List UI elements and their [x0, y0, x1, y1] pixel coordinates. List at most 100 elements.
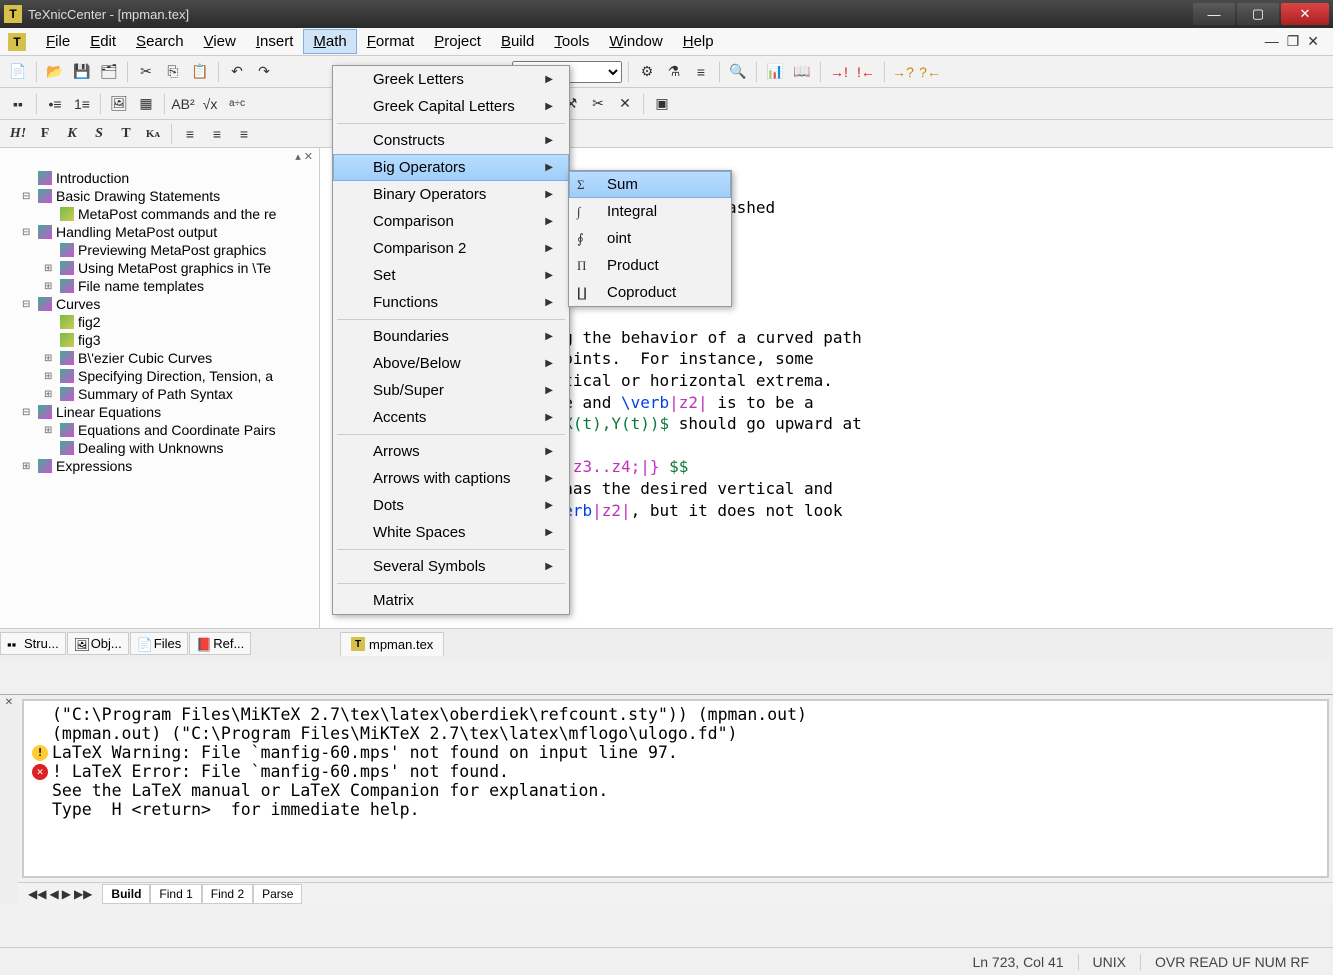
- align-right-button[interactable]: ≡: [232, 122, 256, 146]
- save-all-button[interactable]: 🗂: [97, 60, 121, 84]
- menu-insert[interactable]: Insert: [246, 29, 304, 54]
- sqrt-button[interactable]: √x: [198, 92, 222, 116]
- italic-button[interactable]: K: [60, 122, 84, 146]
- tree-item[interactable]: ⊞Using MetaPost graphics in \Te: [8, 259, 319, 277]
- tool3-button[interactable]: ✂: [586, 92, 610, 116]
- math-menu-greek-letters[interactable]: Greek Letters▶: [333, 66, 569, 93]
- next-err-button[interactable]: →!: [827, 60, 851, 84]
- tree-item[interactable]: ⊟Basic Drawing Statements: [8, 187, 319, 205]
- minimize-button[interactable]: —: [1193, 3, 1235, 25]
- output-tab-find-2[interactable]: Find 2: [202, 884, 253, 904]
- tree-item[interactable]: ⊟Curves: [8, 295, 319, 313]
- next-warn-button[interactable]: →?: [891, 60, 915, 84]
- math-menu-set[interactable]: Set▶: [333, 262, 569, 289]
- tree-item[interactable]: ⊞File name templates: [8, 277, 319, 295]
- math-menu-several-symbols[interactable]: Several Symbols▶: [333, 553, 569, 580]
- table-button[interactable]: ▦: [134, 92, 158, 116]
- tree-item[interactable]: Introduction: [8, 169, 319, 187]
- stack-button[interactable]: ≡: [689, 60, 713, 84]
- sidebar-tab-ref[interactable]: 📕Ref...: [189, 632, 251, 655]
- itemize-button[interactable]: •≡: [43, 92, 67, 116]
- struct-button[interactable]: ▪▪: [6, 92, 30, 116]
- menu-file[interactable]: File: [36, 29, 80, 54]
- math-menu-arrows-with-captions[interactable]: Arrows with captions▶: [333, 465, 569, 492]
- tree-item[interactable]: ⊞B\'ezier Cubic Curves: [8, 349, 319, 367]
- mdi-restore[interactable]: ❐: [1287, 33, 1300, 50]
- new-button[interactable]: 📄: [6, 60, 30, 84]
- open-button[interactable]: 📂: [43, 60, 67, 84]
- mdi-close[interactable]: ✕: [1307, 33, 1319, 50]
- view-output-button[interactable]: 📊: [763, 60, 787, 84]
- math-menu-comparison-2[interactable]: Comparison 2▶: [333, 235, 569, 262]
- close-button[interactable]: ✕: [1281, 3, 1329, 25]
- sidebar-close[interactable]: ▴ ✕: [0, 148, 319, 165]
- output-content[interactable]: ("C:\Program Files\MiKTeX 2.7\tex\latex\…: [22, 699, 1329, 878]
- output-tab-parse[interactable]: Parse: [253, 884, 302, 904]
- menu-search[interactable]: Search: [126, 29, 194, 54]
- tree-item[interactable]: ⊞Summary of Path Syntax: [8, 385, 319, 403]
- output-nav-first[interactable]: ◀◀: [28, 887, 46, 901]
- enumerate-button[interactable]: 1≡: [70, 92, 94, 116]
- cut-button[interactable]: ✂: [134, 60, 158, 84]
- menu-math[interactable]: Math: [303, 29, 356, 54]
- sidebar-tab-obj[interactable]: 🖼Obj...: [67, 632, 129, 655]
- mdi-min[interactable]: —: [1265, 33, 1279, 50]
- copy-button[interactable]: ⎘: [161, 60, 185, 84]
- output-tab-find-1[interactable]: Find 1: [150, 884, 201, 904]
- math-menu-sub-super[interactable]: Sub/Super▶: [333, 377, 569, 404]
- tree-item[interactable]: Dealing with Unknowns: [8, 439, 319, 457]
- editor-tab[interactable]: T mpman.tex: [340, 632, 444, 656]
- sidebar-tab-stru[interactable]: ▪▪Stru...: [0, 632, 66, 655]
- tree-item[interactable]: ⊞Equations and Coordinate Pairs: [8, 421, 319, 439]
- math-menu-boundaries[interactable]: Boundaries▶: [333, 323, 569, 350]
- undo-button[interactable]: ↶: [225, 60, 249, 84]
- sc-button[interactable]: Kᴀ: [141, 122, 165, 146]
- tree-item[interactable]: ⊟Linear Equations: [8, 403, 319, 421]
- bigop-product[interactable]: ΠProduct: [569, 252, 731, 279]
- menu-project[interactable]: Project: [424, 29, 491, 54]
- h1-button[interactable]: H!: [6, 122, 30, 146]
- tree-item[interactable]: MetaPost commands and the re: [8, 205, 319, 223]
- preview-button[interactable]: 🔍: [726, 60, 750, 84]
- tree-item[interactable]: ⊞Specifying Direction, Tension, a: [8, 367, 319, 385]
- sidebar-tab-files[interactable]: 📄Files: [130, 632, 188, 655]
- build-button[interactable]: ⚙: [635, 60, 659, 84]
- math-menu-accents[interactable]: Accents▶: [333, 404, 569, 431]
- bigop-oint[interactable]: ∮oint: [569, 225, 731, 252]
- align-left-button[interactable]: ≡: [178, 122, 202, 146]
- prev-err-button[interactable]: !←: [854, 60, 878, 84]
- math-menu-functions[interactable]: Functions▶: [333, 289, 569, 316]
- math-menu-big-operators[interactable]: Big Operators▶: [333, 154, 569, 181]
- build-view-button[interactable]: ⚗: [662, 60, 686, 84]
- bigop-integral[interactable]: ∫Integral: [569, 198, 731, 225]
- math-menu-comparison[interactable]: Comparison▶: [333, 208, 569, 235]
- tree-item[interactable]: fig2: [8, 313, 319, 331]
- figure-button[interactable]: 🖼: [107, 92, 131, 116]
- tt-button[interactable]: T: [114, 122, 138, 146]
- math-menu-greek-capital-letters[interactable]: Greek Capital Letters▶: [333, 93, 569, 120]
- prev-warn-button[interactable]: ?←: [918, 60, 942, 84]
- align-center-button[interactable]: ≡: [205, 122, 229, 146]
- slanted-button[interactable]: S: [87, 122, 111, 146]
- frac-button[interactable]: a÷c: [225, 92, 249, 116]
- menu-help[interactable]: Help: [673, 29, 724, 54]
- menu-window[interactable]: Window: [599, 29, 672, 54]
- menu-view[interactable]: View: [194, 29, 246, 54]
- view-doc-button[interactable]: 📖: [790, 60, 814, 84]
- math-menu-matrix[interactable]: Matrix▶: [333, 587, 569, 614]
- tree-item[interactable]: ⊟Handling MetaPost output: [8, 223, 319, 241]
- output-nav-last[interactable]: ▶▶: [74, 887, 92, 901]
- output-nav-prev[interactable]: ◀: [49, 887, 58, 901]
- tree-item[interactable]: Previewing MetaPost graphics: [8, 241, 319, 259]
- paste-button[interactable]: 📋: [188, 60, 212, 84]
- highlight-button[interactable]: ▣: [650, 92, 674, 116]
- menu-edit[interactable]: Edit: [80, 29, 126, 54]
- tree-item[interactable]: ⊞Expressions: [8, 457, 319, 475]
- structure-tree[interactable]: Introduction⊟Basic Drawing StatementsMet…: [0, 165, 319, 628]
- math-menu-dropdown[interactable]: Greek Letters▶Greek Capital Letters▶Cons…: [332, 65, 570, 615]
- menu-build[interactable]: Build: [491, 29, 544, 54]
- math-menu-dots[interactable]: Dots▶: [333, 492, 569, 519]
- menu-format[interactable]: Format: [357, 29, 425, 54]
- math-menu-white-spaces[interactable]: White Spaces▶: [333, 519, 569, 546]
- bold-button[interactable]: F: [33, 122, 57, 146]
